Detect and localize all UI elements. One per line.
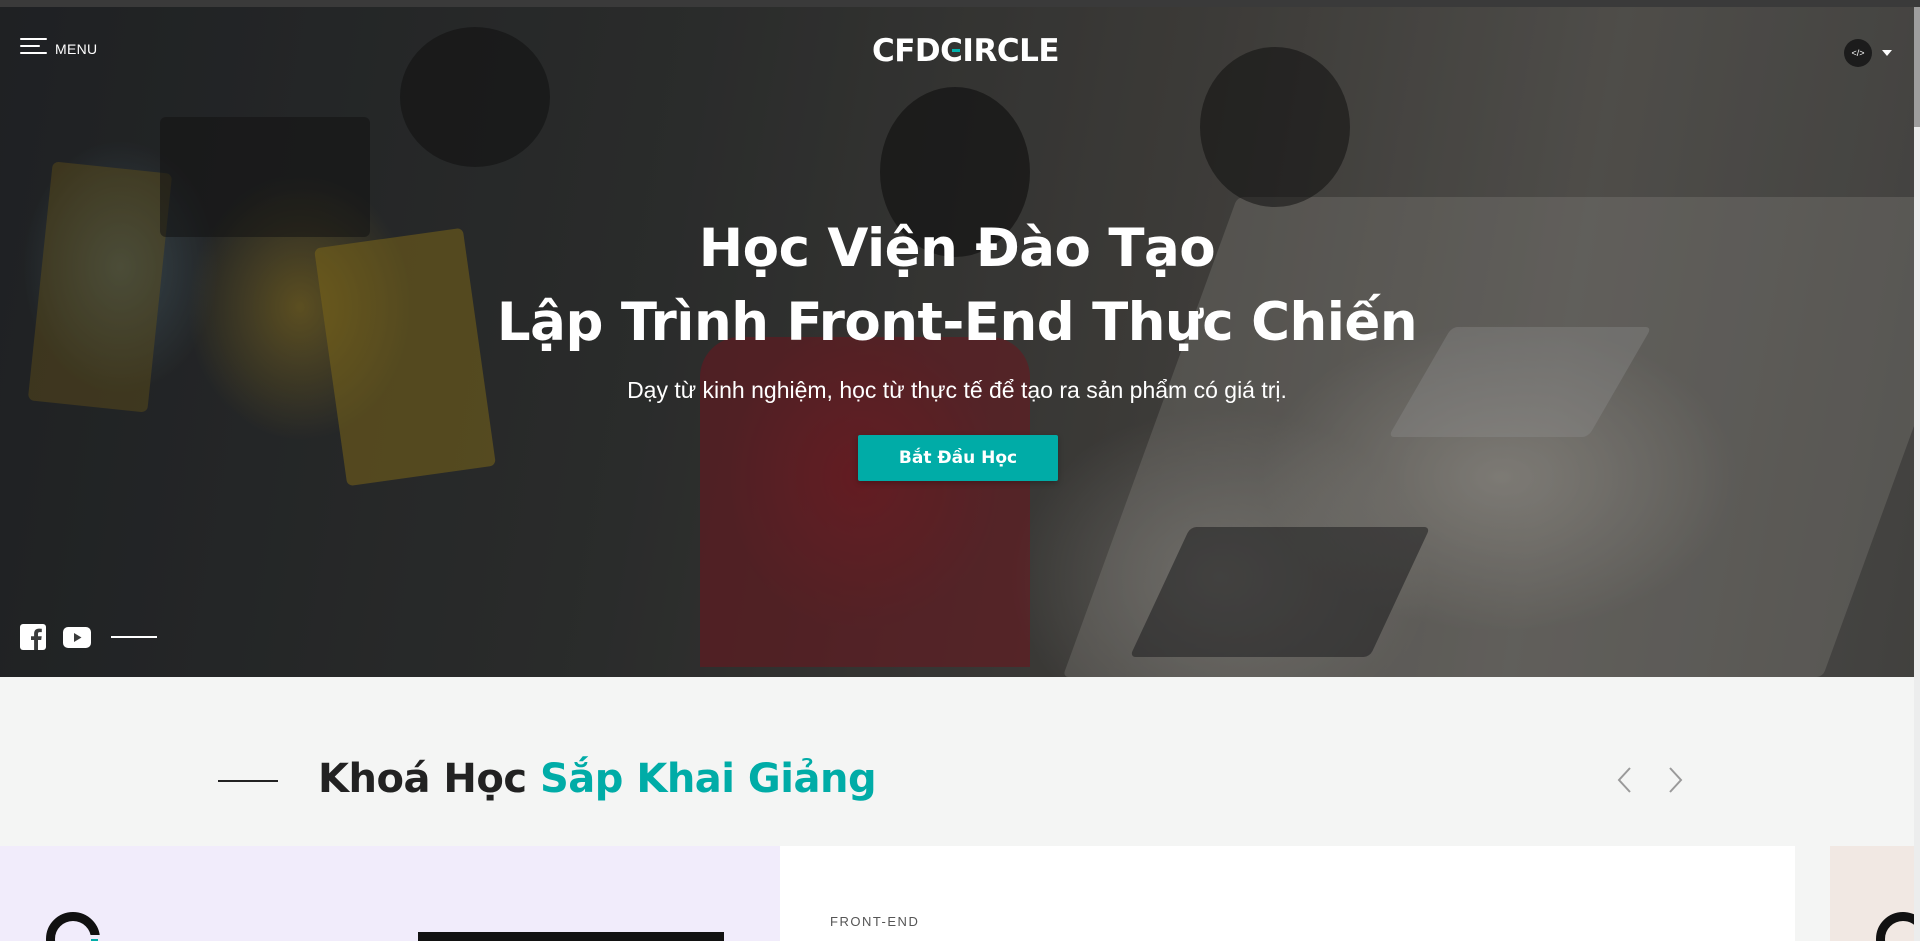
chevron-right-icon[interactable]	[1664, 765, 1686, 795]
page-scrollbar[interactable]	[1914, 7, 1920, 941]
hamburger-icon	[20, 37, 47, 55]
youtube-icon[interactable]	[63, 626, 91, 648]
menu-button[interactable]: MENU	[20, 35, 97, 57]
circle-logo-icon	[46, 912, 103, 941]
chevron-left-icon[interactable]	[1614, 765, 1636, 795]
section-title: Khoá Học Sắp Khai Giảng	[318, 756, 877, 802]
browser-top-edge	[0, 0, 1920, 7]
course-card-next[interactable]	[1830, 846, 1914, 941]
section-title-accent: Sắp Khai Giảng	[539, 756, 877, 802]
course-category: FRONT-END	[830, 914, 920, 929]
caret-down-icon	[1882, 50, 1892, 56]
section-title-main: Khoá Học	[318, 756, 540, 802]
hero-subtitle: Dạy từ kinh nghiệm, học từ thực tế để tạ…	[627, 377, 1287, 403]
account-menu[interactable]: </>	[1844, 39, 1892, 67]
course-card-info[interactable]: FRONT-END	[780, 846, 1795, 941]
hero-title: Học Viện Đào Tạo Lập Trình Front-End Thự…	[0, 212, 1914, 360]
menu-label: MENU	[55, 41, 98, 57]
course-card-thumbnail[interactable]	[0, 846, 780, 941]
site-logo[interactable]: CFDCIRCLE	[872, 33, 1060, 69]
start-learning-button[interactable]: Bắt Đầu Học	[858, 435, 1058, 481]
avatar: </>	[1844, 39, 1872, 67]
hero-banner: MENU CFDCIRCLE </> Học Viện Đào Tạo Lập …	[0, 7, 1914, 677]
course-thumbnail-screen	[418, 932, 724, 941]
social-divider	[111, 636, 157, 638]
scrollbar-thumb[interactable]	[1914, 7, 1920, 127]
logo-text: CFDCIRCLE	[872, 33, 1060, 69]
hero-title-line-1: Học Viện Đào Tạo	[698, 218, 1216, 279]
facebook-icon[interactable]	[20, 624, 46, 650]
section-title-line	[218, 780, 278, 782]
circle-logo-icon	[1876, 912, 1914, 941]
logo-accent	[952, 49, 960, 52]
hero-title-line-2: Lập Trình Front-End Thực Chiến	[496, 292, 1418, 353]
avatar-code-icon: </>	[1851, 48, 1865, 58]
social-links	[20, 624, 157, 650]
